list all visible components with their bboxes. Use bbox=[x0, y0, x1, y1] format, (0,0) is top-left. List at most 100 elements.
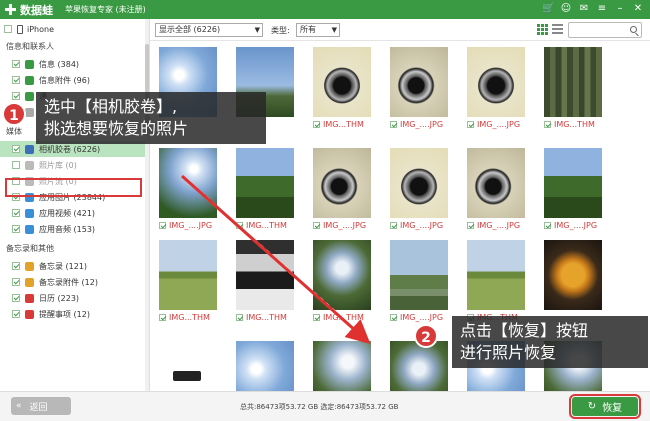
photo-thumbnail[interactable] bbox=[313, 240, 371, 310]
back-button[interactable]: « 返回 bbox=[11, 397, 71, 415]
photo-thumbnail[interactable] bbox=[313, 47, 371, 117]
filter-select[interactable]: 显示全部 (6226) ▼ bbox=[155, 23, 263, 37]
photo-thumbnail[interactable] bbox=[544, 148, 602, 218]
photo-thumbnail[interactable] bbox=[313, 341, 371, 391]
photo-tile[interactable]: IMG...THM bbox=[227, 148, 295, 234]
photo-thumbnail[interactable] bbox=[313, 148, 371, 218]
sidebar-item[interactable]: 日历 (223) bbox=[0, 290, 145, 306]
sidebar-item[interactable]: 应用音频 (153) bbox=[0, 221, 145, 237]
sidebar-item-checkbox[interactable] bbox=[12, 60, 20, 68]
photo-filename: IMG...THM bbox=[554, 120, 595, 129]
search-icon[interactable] bbox=[630, 26, 637, 33]
photo-tile[interactable]: IMG...THM bbox=[458, 240, 526, 326]
photo-thumbnail[interactable] bbox=[390, 341, 448, 391]
photo-tile[interactable]: IMG...THM bbox=[304, 47, 372, 133]
photo-thumbnail[interactable] bbox=[159, 341, 217, 391]
step1-callout: 选中【相机胶卷】, 挑选想要恢复的照片 bbox=[36, 92, 266, 144]
photo-checkbox[interactable] bbox=[313, 121, 320, 128]
photo-checkbox[interactable] bbox=[313, 314, 320, 321]
sidebar-item-checkbox[interactable] bbox=[12, 310, 20, 318]
menu-icon[interactable]: ≡ bbox=[596, 3, 608, 15]
search-input[interactable] bbox=[568, 22, 642, 38]
sidebar-item[interactable]: 应用视频 (421) bbox=[0, 205, 145, 221]
recover-button[interactable]: ↻ 恢复 bbox=[569, 394, 641, 419]
photo-tile[interactable]: IMG...THM bbox=[304, 240, 372, 326]
grid-view-icon[interactable] bbox=[537, 24, 548, 35]
photo-tile[interactable]: IMG_....JPG bbox=[150, 148, 218, 234]
photo-thumbnail[interactable] bbox=[236, 341, 294, 391]
photo-tile[interactable] bbox=[381, 341, 449, 391]
photo-tile[interactable]: IMG_....JPG bbox=[381, 240, 449, 326]
user-icon[interactable]: ☺ bbox=[560, 3, 572, 15]
photo-tile[interactable]: IMG_....JPG bbox=[381, 47, 449, 133]
category-icon bbox=[25, 277, 34, 287]
photo-tile[interactable]: IMG_....JPG bbox=[458, 47, 526, 133]
photo-tile[interactable]: IMG_....JPG bbox=[458, 148, 526, 234]
photo-thumbnail[interactable] bbox=[544, 47, 602, 117]
photo-tile[interactable]: IMG_....JPG bbox=[304, 148, 372, 234]
category-icon bbox=[25, 75, 34, 85]
list-view-icon[interactable] bbox=[552, 24, 563, 35]
photo-thumbnail[interactable] bbox=[236, 148, 294, 218]
photo-thumbnail[interactable] bbox=[467, 240, 525, 310]
sidebar-item[interactable]: 信息 (384) bbox=[0, 56, 145, 72]
back-button-label: 返回 bbox=[29, 402, 48, 413]
photo-checkbox[interactable] bbox=[390, 121, 397, 128]
device-checkbox[interactable] bbox=[4, 25, 12, 33]
photo-checkbox[interactable] bbox=[544, 222, 551, 229]
sidebar-item-checkbox[interactable] bbox=[12, 294, 20, 302]
photo-thumbnail[interactable] bbox=[159, 240, 217, 310]
photo-checkbox[interactable] bbox=[159, 222, 166, 229]
photo-tile[interactable]: IMG_....JPG bbox=[381, 148, 449, 234]
photo-thumbnail[interactable] bbox=[544, 240, 602, 310]
photo-tile[interactable]: IMG_....JPG bbox=[535, 148, 603, 234]
photo-tile[interactable] bbox=[227, 341, 295, 391]
sidebar-item[interactable]: 备忘录 (121) bbox=[0, 258, 145, 274]
device-row[interactable]: iPhone bbox=[0, 21, 145, 37]
category-icon bbox=[25, 261, 34, 271]
cart-icon[interactable]: 🛒 bbox=[542, 3, 554, 15]
photo-tile[interactable] bbox=[535, 240, 603, 326]
category-icon bbox=[25, 293, 34, 303]
photo-checkbox[interactable] bbox=[313, 222, 320, 229]
photo-checkbox[interactable] bbox=[544, 121, 551, 128]
photo-thumbnail[interactable] bbox=[159, 148, 217, 218]
photo-checkbox[interactable] bbox=[236, 222, 243, 229]
photo-tile[interactable] bbox=[150, 341, 218, 391]
sidebar-item[interactable]: 备忘录附件 (12) bbox=[0, 274, 145, 290]
sidebar-item[interactable]: 照片库 (0) bbox=[0, 157, 145, 173]
chat-icon[interactable]: ✉ bbox=[578, 3, 590, 15]
sidebar-item-checkbox[interactable] bbox=[12, 76, 20, 84]
photo-checkbox[interactable] bbox=[390, 314, 397, 321]
minimize-icon[interactable]: – bbox=[614, 3, 626, 15]
photo-checkbox[interactable] bbox=[467, 222, 474, 229]
category-icon bbox=[25, 160, 34, 170]
photo-thumbnail[interactable] bbox=[236, 240, 294, 310]
sidebar-item-checkbox[interactable] bbox=[12, 262, 20, 270]
photo-filename: IMG_....JPG bbox=[400, 221, 444, 230]
sidebar-item-checkbox[interactable] bbox=[12, 92, 20, 100]
photo-thumbnail[interactable] bbox=[467, 47, 525, 117]
sidebar-item-checkbox[interactable] bbox=[12, 145, 20, 153]
close-icon[interactable]: ✕ bbox=[632, 3, 644, 15]
photo-thumbnail[interactable] bbox=[390, 47, 448, 117]
photo-checkbox[interactable] bbox=[467, 121, 474, 128]
photo-tile[interactable]: IMG...THM bbox=[227, 240, 295, 326]
sidebar-item[interactable]: 信息附件 (96) bbox=[0, 72, 145, 88]
photo-checkbox[interactable] bbox=[390, 222, 397, 229]
sidebar-item[interactable]: 提醒事项 (12) bbox=[0, 306, 145, 322]
type-select[interactable]: 所有 ▼ bbox=[296, 23, 340, 37]
sidebar-item-checkbox[interactable] bbox=[12, 278, 20, 286]
photo-checkbox[interactable] bbox=[236, 314, 243, 321]
sidebar-item-checkbox[interactable] bbox=[12, 161, 20, 169]
photo-thumbnail[interactable] bbox=[467, 148, 525, 218]
sidebar-item-checkbox[interactable] bbox=[12, 225, 20, 233]
photo-thumbnail[interactable] bbox=[390, 148, 448, 218]
photo-tile[interactable]: IMG...THM bbox=[535, 47, 603, 133]
photo-tile[interactable] bbox=[304, 341, 372, 391]
photo-thumbnail[interactable] bbox=[390, 240, 448, 310]
photo-tile[interactable]: IMG...THM bbox=[150, 240, 218, 326]
chevron-down-icon: ▼ bbox=[254, 26, 260, 34]
sidebar-item-checkbox[interactable] bbox=[12, 209, 20, 217]
photo-checkbox[interactable] bbox=[159, 314, 166, 321]
